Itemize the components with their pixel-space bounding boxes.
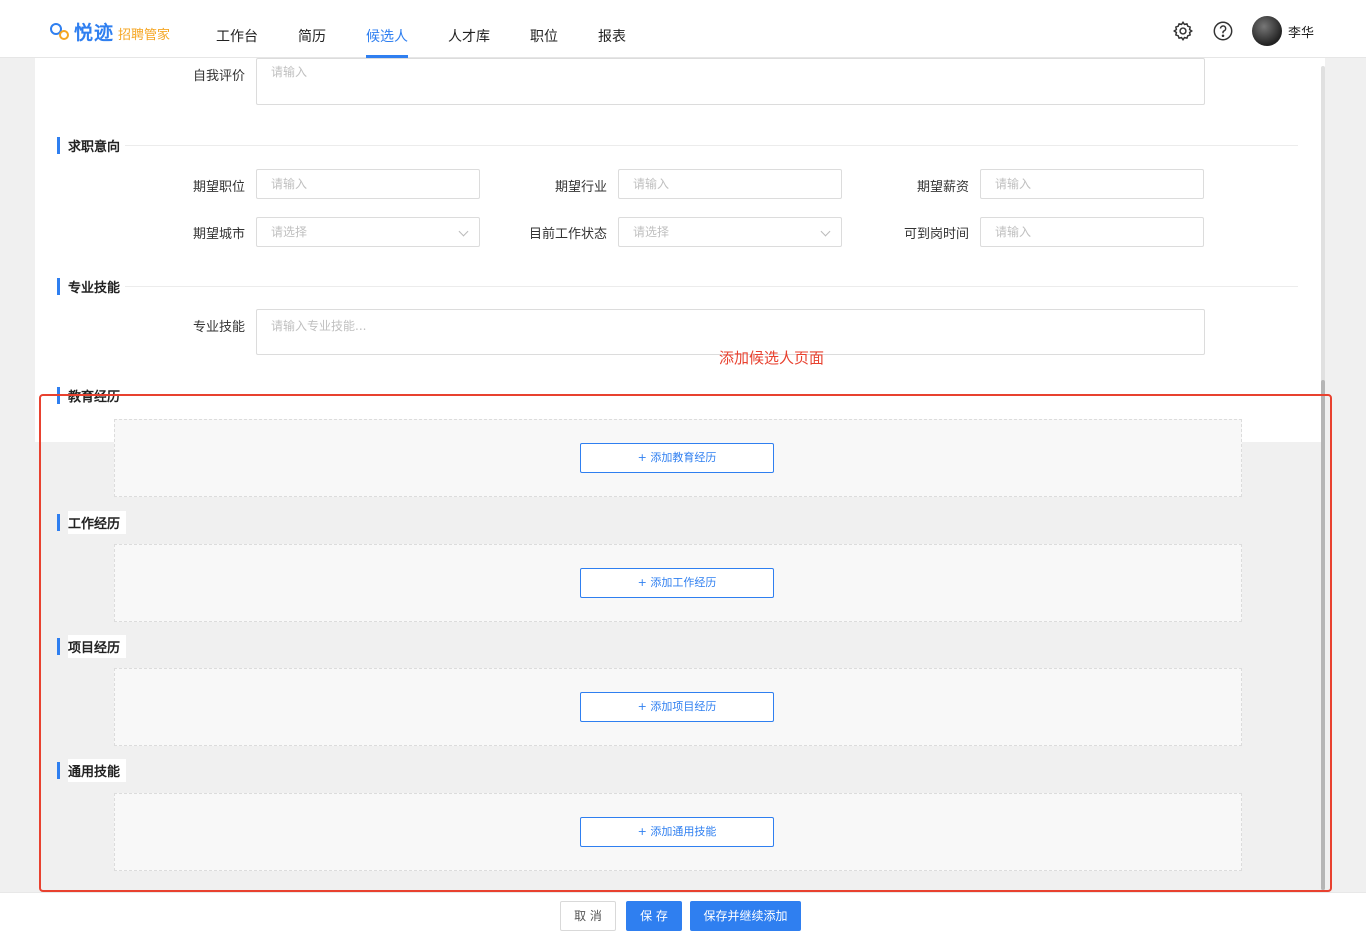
section-marker	[57, 762, 60, 779]
chevron-down-icon	[820, 226, 831, 237]
app-logo[interactable]: 悦迹 招聘管家	[50, 18, 170, 45]
section-education-title: 教育经历	[68, 390, 121, 405]
nav-talent-pool[interactable]: 人才库	[436, 0, 502, 58]
expected-city-select[interactable]: 请选择	[256, 217, 480, 247]
section-marker	[57, 278, 60, 295]
section-skills: 专业技能	[57, 277, 126, 296]
section-marker	[57, 137, 60, 154]
chevron-down-icon	[458, 226, 469, 237]
expected-city-placeholder: 请选择	[271, 225, 308, 239]
section-project: 项目经历	[57, 635, 127, 658]
section-skills-title: 专业技能	[68, 281, 121, 296]
section-general-skills: 通用技能	[57, 759, 127, 782]
field-label-salary: 期望薪资	[916, 180, 969, 195]
intent-divider	[125, 145, 1298, 146]
top-header: 悦迹 招聘管家 工作台 简历 候选人 人才库 职位 报表 李华	[0, 0, 1366, 58]
self-eval-textarea[interactable]: 请输入	[256, 58, 1205, 105]
skills-label: 专业技能	[192, 320, 245, 335]
nav-reports[interactable]: 报表	[586, 0, 638, 58]
form-card	[35, 58, 1325, 442]
work-status-placeholder: 请选择	[633, 225, 670, 239]
footer-actions: 取 消 保 存 保存并继续添加	[0, 892, 1366, 936]
field-label-position: 期望职位	[192, 180, 245, 195]
field-label-city: 期望城市	[192, 227, 245, 242]
user-name[interactable]: 李华	[1288, 22, 1314, 41]
avatar[interactable]	[1251, 16, 1282, 46]
main-nav: 工作台 简历 候选人 人才库 职位 报表	[204, 0, 654, 58]
field-label-industry: 期望行业	[554, 180, 607, 195]
section-general-skills-title: 通用技能	[68, 759, 127, 782]
header-actions: 李华	[1172, 16, 1314, 46]
brand-name: 悦迹	[74, 22, 115, 44]
skills-divider	[125, 286, 1298, 287]
section-marker	[57, 514, 60, 531]
section-marker	[57, 638, 60, 655]
add-project-button[interactable]: + 添加项目经历	[580, 692, 774, 722]
expected-salary-input[interactable]: 请输入	[980, 169, 1204, 199]
annotation-label: 添加候选人页面	[719, 349, 825, 367]
save-button[interactable]: 保 存	[626, 901, 682, 931]
form-content: 自我评价 请输入 求职意向 期望职位 请输入 期望行业 请输入 期望薪资 请输入…	[35, 58, 1325, 891]
add-work-button[interactable]: + 添加工作经历	[580, 568, 774, 598]
section-education: 教育经历	[57, 386, 126, 405]
section-marker	[57, 387, 60, 404]
self-eval-label: 自我评价	[192, 69, 245, 84]
section-work-title: 工作经历	[68, 511, 127, 534]
expected-industry-input[interactable]: 请输入	[618, 169, 842, 199]
section-work: 工作经历	[57, 511, 127, 534]
add-general-skills-button[interactable]: + 添加通用技能	[580, 817, 774, 847]
gear-icon[interactable]	[1172, 20, 1194, 42]
work-status-select[interactable]: 请选择	[618, 217, 842, 247]
scrollbar-thumb[interactable]	[1321, 380, 1325, 890]
logo-icon	[50, 21, 72, 43]
nav-candidates[interactable]: 候选人	[354, 0, 420, 58]
help-icon[interactable]	[1212, 20, 1234, 42]
cancel-button[interactable]: 取 消	[560, 901, 616, 931]
field-label-available-time: 可到岗时间	[903, 227, 969, 242]
nav-resume[interactable]: 简历	[286, 0, 338, 58]
expected-position-input[interactable]: 请输入	[256, 169, 480, 199]
section-project-title: 项目经历	[68, 635, 127, 658]
nav-workbench[interactable]: 工作台	[204, 0, 270, 58]
available-time-input[interactable]: 请输入	[980, 217, 1204, 247]
section-intent: 求职意向	[57, 136, 126, 155]
nav-positions[interactable]: 职位	[518, 0, 570, 58]
section-intent-title: 求职意向	[68, 140, 121, 155]
add-education-button[interactable]: + 添加教育经历	[580, 443, 774, 473]
brand-subtitle: 招聘管家	[118, 28, 171, 43]
field-label-work-status: 目前工作状态	[528, 227, 607, 242]
save-and-continue-button[interactable]: 保存并继续添加	[690, 901, 801, 931]
